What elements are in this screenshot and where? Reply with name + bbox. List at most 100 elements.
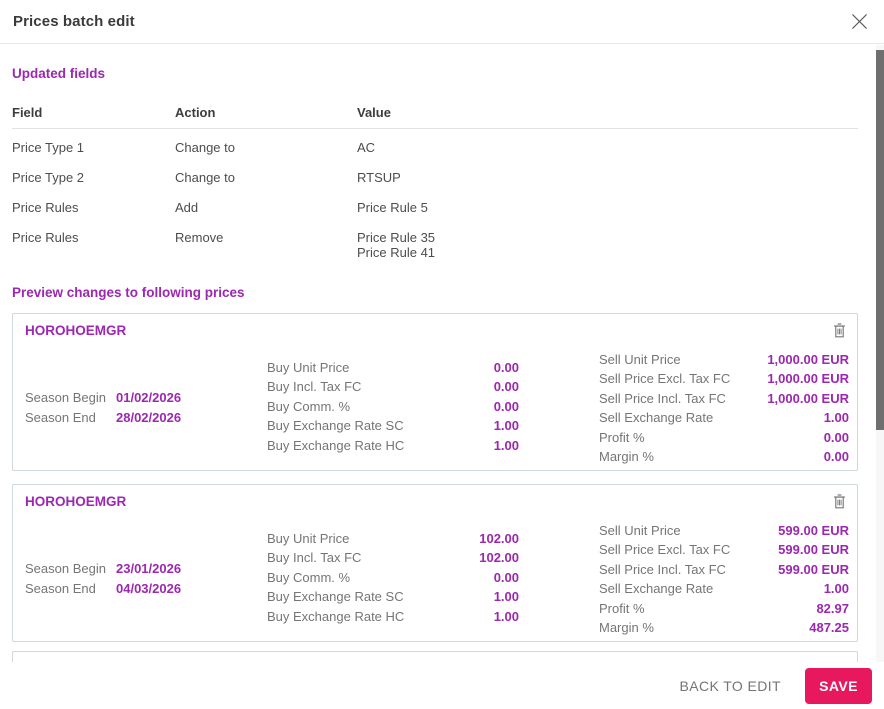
season-begin-value: 01/02/2026 <box>116 388 181 408</box>
buy-row-value: 102.00 <box>479 548 519 567</box>
sell-row-value: 0.00 <box>824 428 849 447</box>
buy-row-value: 0.00 <box>494 568 519 587</box>
sell-row-value: 1,000.00 EUR <box>767 369 849 388</box>
dialog-footer: BACK TO EDIT SAVE <box>0 662 884 709</box>
column-header-action: Action <box>175 105 357 120</box>
buy-row-value: 1.00 <box>494 587 519 606</box>
dialog-title: Prices batch edit <box>13 13 135 30</box>
field-cell: Price Type 1 <box>12 140 175 155</box>
buy-row-label: Buy Unit Price <box>267 358 349 377</box>
sell-row-value: 599.00 EUR <box>778 560 849 579</box>
action-cell: Add <box>175 200 357 215</box>
dialog-header: Prices batch edit <box>0 0 884 44</box>
sell-row-label: Sell Price Excl. Tax FC <box>599 540 730 559</box>
table-row: Price Type 1 Change to AC <box>12 132 858 162</box>
buy-row-value: 102.00 <box>479 529 519 548</box>
trash-icon <box>833 494 846 509</box>
table-row: Price Rules Remove Price Rule 35 Price R… <box>12 222 858 267</box>
save-button[interactable]: SAVE <box>805 668 872 704</box>
buy-row-value: 0.00 <box>494 377 519 396</box>
sell-row-value: 1,000.00 EUR <box>767 389 849 408</box>
delete-price-button[interactable] <box>829 491 849 511</box>
table-row: Price Rules Add Price Rule 5 <box>12 192 858 222</box>
field-cell: Price Rules <box>12 200 175 215</box>
season-end-label: Season End <box>25 408 116 428</box>
delete-price-button[interactable] <box>829 320 849 340</box>
price-card: HOROHOEMGR Season Begin 23/01/2026 Seaso… <box>12 484 858 642</box>
column-header-value: Value <box>357 105 858 120</box>
column-header-field: Field <box>12 105 175 120</box>
value-cell: Price Rule 35 Price Rule 41 <box>357 230 858 260</box>
buy-row-label: Buy Exchange Rate HC <box>267 607 404 626</box>
close-button[interactable] <box>847 10 871 34</box>
scrollbar-track <box>876 45 884 662</box>
season-column: Season Begin 23/01/2026 Season End 04/03… <box>25 559 181 598</box>
buy-row-label: Buy Incl. Tax FC <box>267 548 361 567</box>
table-header-row: Field Action Value <box>12 105 858 129</box>
value-cell: Price Rule 5 <box>357 200 858 215</box>
season-column: Season Begin 01/02/2026 Season End 28/02… <box>25 388 181 427</box>
sell-row-label: Sell Exchange Rate <box>599 408 713 427</box>
scrollbar-thumb[interactable] <box>876 50 884 430</box>
sell-row-label: Sell Unit Price <box>599 521 681 540</box>
sell-row-value: 1.00 <box>824 408 849 427</box>
price-card: HOROHOEMGR Season Begin 01/02/2026 Seaso… <box>12 313 858 471</box>
value-cell: AC <box>357 140 858 155</box>
sell-row-value: 487.25 <box>809 618 849 637</box>
season-begin-label: Season Begin <box>25 388 116 408</box>
buy-column: Buy Unit Price 102.00 Buy Incl. Tax FC 102… <box>267 529 519 626</box>
action-cell: Remove <box>175 230 357 260</box>
value-cell: RTSUP <box>357 170 858 185</box>
sell-row-label: Sell Price Excl. Tax FC <box>599 369 730 388</box>
preview-heading: Preview changes to following prices <box>12 285 858 300</box>
dialog-content: Updated fields Field Action Value Price … <box>0 45 876 662</box>
field-cell: Price Type 2 <box>12 170 175 185</box>
season-begin-value: 23/01/2026 <box>116 559 181 579</box>
trash-icon <box>833 323 846 338</box>
action-cell: Change to <box>175 170 357 185</box>
price-card-partial <box>12 651 858 662</box>
buy-row-value: 1.00 <box>494 607 519 626</box>
buy-row-value: 1.00 <box>494 416 519 435</box>
buy-row-label: Buy Exchange Rate HC <box>267 436 404 455</box>
close-icon <box>851 13 868 30</box>
buy-row-label: Buy Exchange Rate SC <box>267 587 404 606</box>
sell-column: Sell Unit Price 599.00 EUR Sell Price Exc… <box>599 521 849 637</box>
updated-fields-heading: Updated fields <box>12 66 858 81</box>
season-end-value: 04/03/2026 <box>116 579 181 599</box>
table-body: Price Type 1 Change to AC Price Type 2 C… <box>12 132 858 267</box>
sell-column: Sell Unit Price 1,000.00 EUR Sell Price E… <box>599 350 849 466</box>
sell-row-value: 1.00 <box>824 579 849 598</box>
buy-row-value: 0.00 <box>494 358 519 377</box>
buy-row-label: Buy Exchange Rate SC <box>267 416 404 435</box>
buy-row-value: 0.00 <box>494 397 519 416</box>
sell-row-value: 599.00 EUR <box>778 540 849 559</box>
price-card-title: HOROHOEMGR <box>25 323 126 338</box>
field-cell: Price Rules <box>12 230 175 260</box>
sell-row-value: 599.00 EUR <box>778 521 849 540</box>
action-cell: Change to <box>175 140 357 155</box>
sell-row-label: Margin % <box>599 447 654 466</box>
buy-row-label: Buy Comm. % <box>267 397 350 416</box>
sell-row-label: Sell Unit Price <box>599 350 681 369</box>
table-row: Price Type 2 Change to RTSUP <box>12 162 858 192</box>
buy-row-label: Buy Incl. Tax FC <box>267 377 361 396</box>
sell-row-label: Sell Exchange Rate <box>599 579 713 598</box>
buy-row-label: Buy Unit Price <box>267 529 349 548</box>
sell-row-value: 1,000.00 EUR <box>767 350 849 369</box>
sell-row-label: Sell Price Incl. Tax FC <box>599 389 726 408</box>
buy-row-value: 1.00 <box>494 436 519 455</box>
updated-fields-table: Field Action Value Price Type 1 Change t… <box>12 105 858 267</box>
sell-row-label: Profit % <box>599 599 645 618</box>
sell-row-value: 0.00 <box>824 447 849 466</box>
sell-row-label: Profit % <box>599 428 645 447</box>
season-end-value: 28/02/2026 <box>116 408 181 428</box>
back-to-edit-button[interactable]: BACK TO EDIT <box>667 670 793 702</box>
season-begin-label: Season Begin <box>25 559 116 579</box>
sell-row-label: Margin % <box>599 618 654 637</box>
price-card-title: HOROHOEMGR <box>25 494 126 509</box>
season-end-label: Season End <box>25 579 116 599</box>
buy-column: Buy Unit Price0.00 Buy Incl. Tax FC0.00 … <box>267 358 519 455</box>
buy-row-label: Buy Comm. % <box>267 568 350 587</box>
sell-row-label: Sell Price Incl. Tax FC <box>599 560 726 579</box>
